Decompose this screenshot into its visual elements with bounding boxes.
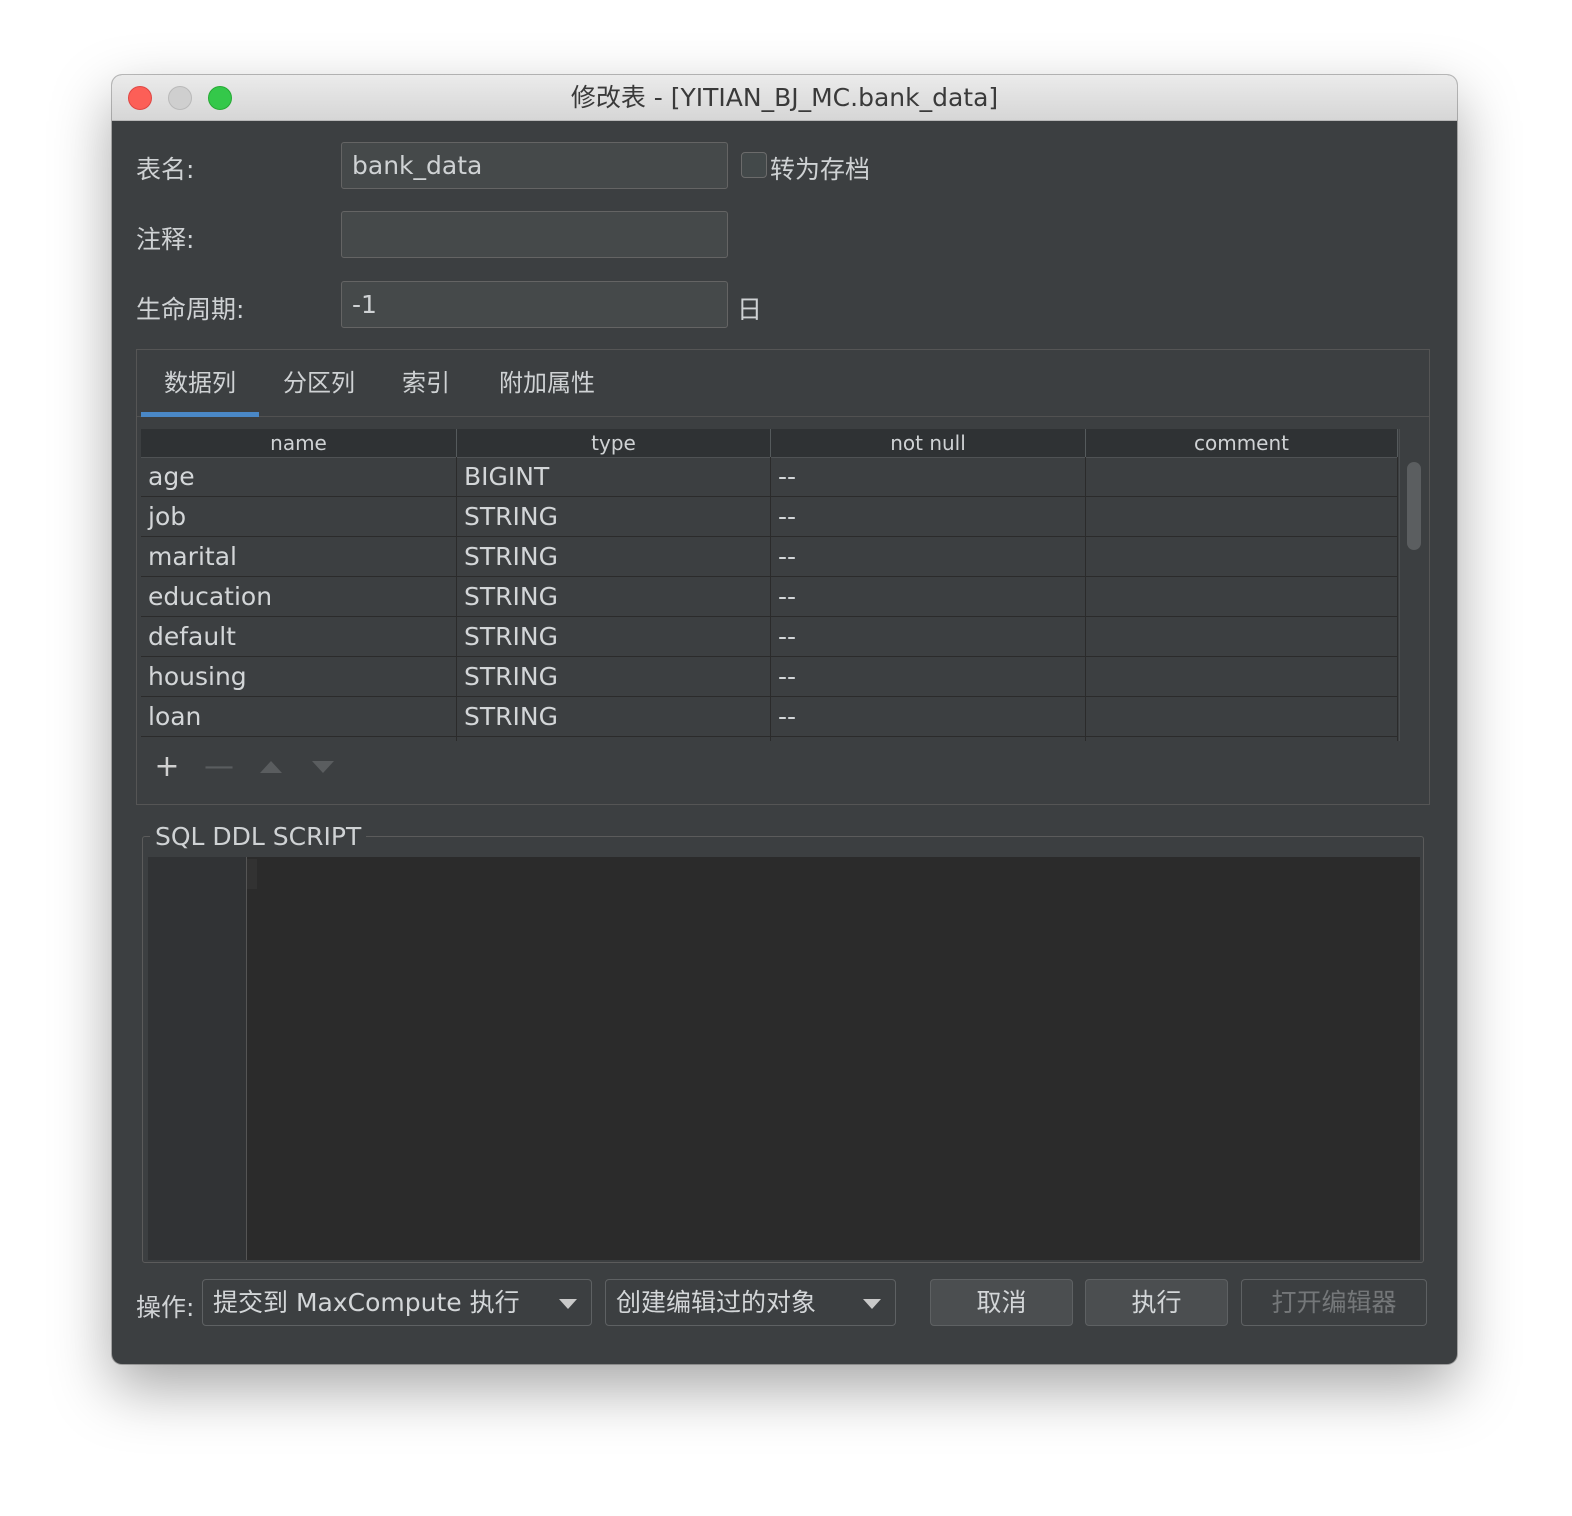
chevron-down-icon <box>559 1299 577 1309</box>
table-row[interactable]: loan STRING -- <box>141 697 1398 737</box>
table-row[interactable]: education STRING -- <box>141 577 1398 617</box>
tab-indexes[interactable]: 索引 <box>387 350 465 416</box>
columns-tab-panel: 数据列 分区列 索引 附加属性 name type not null comme… <box>136 349 1430 805</box>
table-toolbar: + — <box>141 742 1425 792</box>
cell-type[interactable]: STRING <box>457 577 771 616</box>
cell-not-null[interactable]: -- <box>771 497 1086 536</box>
table-row[interactable]: age BIGINT -- <box>141 457 1398 497</box>
column-header-comment[interactable]: comment <box>1086 429 1398 457</box>
cell-type[interactable]: STRING <box>457 697 771 736</box>
cell-comment[interactable] <box>1086 497 1398 536</box>
cancel-button[interactable]: 取消 <box>930 1279 1073 1326</box>
cell-comment[interactable] <box>1086 617 1398 656</box>
cell-name[interactable]: job <box>141 497 457 536</box>
scrollbar-thumb[interactable] <box>1407 462 1421 550</box>
cell-type[interactable]: STRING <box>457 497 771 536</box>
cell-type[interactable]: STRING <box>457 537 771 576</box>
table-row-partial[interactable] <box>141 737 1398 741</box>
line-number-gutter <box>148 857 247 1260</box>
cell-name[interactable]: default <box>141 617 457 656</box>
column-header-name[interactable]: name <box>141 429 457 457</box>
tab-strip: 数据列 分区列 索引 附加属性 <box>137 350 1429 417</box>
operation-select[interactable]: 提交到 MaxCompute 执行 <box>202 1279 592 1326</box>
column-header-type[interactable]: type <box>457 429 771 457</box>
table-name-label: 表名: <box>136 155 195 184</box>
cell-comment[interactable] <box>1086 737 1398 741</box>
archive-checkbox[interactable] <box>741 152 767 178</box>
window-title: 修改表 - [YITIAN_BJ_MC.bank_data] <box>570 83 999 112</box>
open-editor-button[interactable]: 打开编辑器 <box>1241 1279 1427 1326</box>
lifecycle-input[interactable]: -1 <box>341 281 728 328</box>
cell-name[interactable]: marital <box>141 537 457 576</box>
cell-comment[interactable] <box>1086 537 1398 576</box>
cell-type[interactable]: STRING <box>457 617 771 656</box>
cell-type[interactable] <box>457 737 771 741</box>
alter-table-dialog: 修改表 - [YITIAN_BJ_MC.bank_data] 表名: bank_… <box>112 75 1457 1364</box>
lifecycle-label: 生命周期: <box>136 295 245 324</box>
cell-comment[interactable] <box>1086 657 1398 696</box>
mode-select[interactable]: 创建编辑过的对象 <box>605 1279 896 1326</box>
cell-not-null[interactable] <box>771 737 1086 741</box>
table-header: name type not null comment <box>141 429 1398 458</box>
cell-not-null[interactable]: -- <box>771 617 1086 656</box>
operation-label: 操作: <box>136 1293 195 1322</box>
cell-name[interactable] <box>141 737 457 741</box>
add-column-button[interactable]: + <box>149 742 185 792</box>
table-row[interactable]: job STRING -- <box>141 497 1398 537</box>
cell-not-null[interactable]: -- <box>771 457 1086 496</box>
cell-comment[interactable] <box>1086 697 1398 736</box>
cell-name[interactable]: housing <box>141 657 457 696</box>
table-row[interactable]: marital STRING -- <box>141 537 1398 577</box>
column-header-not-null[interactable]: not null <box>771 429 1086 457</box>
cell-not-null[interactable]: -- <box>771 657 1086 696</box>
operation-select-value: 提交到 MaxCompute 执行 <box>213 1288 520 1317</box>
cell-comment[interactable] <box>1086 577 1398 616</box>
sql-ddl-legend: SQL DDL SCRIPT <box>150 822 367 852</box>
mode-select-value: 创建编辑过的对象 <box>616 1288 817 1317</box>
chevron-down-icon <box>863 1299 881 1309</box>
table-row[interactable]: default STRING -- <box>141 617 1398 657</box>
tab-extra-properties[interactable]: 附加属性 <box>487 350 607 416</box>
execute-button[interactable]: 执行 <box>1085 1279 1228 1326</box>
cell-type[interactable]: BIGINT <box>457 457 771 496</box>
move-down-button[interactable] <box>305 742 341 792</box>
table-scrollbar[interactable] <box>1399 429 1428 741</box>
cell-type[interactable]: STRING <box>457 657 771 696</box>
tab-partition-columns[interactable]: 分区列 <box>271 350 367 416</box>
comment-label: 注释: <box>136 225 195 254</box>
tab-data-columns[interactable]: 数据列 <box>141 350 259 417</box>
title-bar: 修改表 - [YITIAN_BJ_MC.bank_data] <box>112 75 1457 121</box>
cell-comment[interactable] <box>1086 457 1398 496</box>
current-line-highlight <box>247 859 257 889</box>
triangle-down-icon <box>312 761 334 773</box>
triangle-up-icon <box>260 761 282 773</box>
table-name-input[interactable]: bank_data <box>341 142 728 189</box>
lifecycle-unit: 日 <box>737 295 763 324</box>
sql-editor[interactable] <box>148 857 1420 1260</box>
comment-input[interactable] <box>341 211 728 258</box>
cell-not-null[interactable]: -- <box>771 697 1086 736</box>
remove-column-button[interactable]: — <box>201 742 237 792</box>
cell-name[interactable]: loan <box>141 697 457 736</box>
archive-label: 转为存档 <box>770 155 871 184</box>
cell-not-null[interactable]: -- <box>771 537 1086 576</box>
columns-table: name type not null comment age BIGINT --… <box>141 429 1398 741</box>
table-row[interactable]: housing STRING -- <box>141 657 1398 697</box>
cell-not-null[interactable]: -- <box>771 577 1086 616</box>
cell-name[interactable]: education <box>141 577 457 616</box>
cell-name[interactable]: age <box>141 457 457 496</box>
move-up-button[interactable] <box>253 742 289 792</box>
